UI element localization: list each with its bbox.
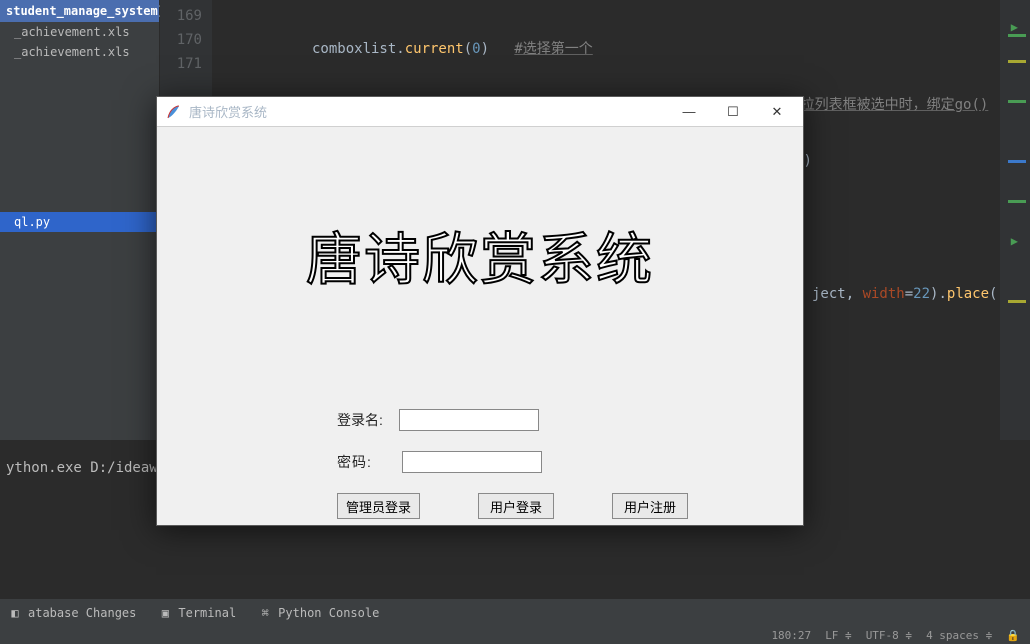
line-number: 169 bbox=[160, 6, 212, 30]
password-label: 密码: bbox=[337, 452, 372, 472]
marker-icon bbox=[1008, 60, 1026, 63]
marker-icon bbox=[1008, 34, 1026, 37]
user-login-button[interactable]: 用户登录 bbox=[478, 493, 554, 519]
run-gutter-icon[interactable]: ▶ bbox=[1011, 234, 1018, 248]
scroll-strip[interactable]: ▶ ▶ bbox=[1000, 0, 1030, 440]
dialog-body: 唐诗欣赏系统 登录名: 密码: 管理员登录 用户登录 用户注册 bbox=[157, 127, 803, 525]
project-file[interactable]: _achievement.xls bbox=[0, 22, 159, 42]
project-file-selected[interactable]: ql.py bbox=[0, 212, 159, 232]
username-label: 登录名: bbox=[337, 410, 383, 430]
python-console-tab[interactable]: ⌘ Python Console bbox=[258, 606, 379, 620]
project-file[interactable]: _achievement.xls bbox=[0, 42, 159, 62]
database-icon: ◧ bbox=[8, 606, 22, 620]
password-input[interactable] bbox=[402, 451, 542, 473]
caret-position[interactable]: 180:27 bbox=[771, 629, 811, 642]
marker-icon bbox=[1008, 160, 1026, 163]
close-button[interactable]: ✕ bbox=[755, 98, 799, 126]
line-number: 170 bbox=[160, 30, 212, 54]
marker-icon bbox=[1008, 100, 1026, 103]
database-changes-tab[interactable]: ◧ atabase Changes bbox=[8, 606, 136, 620]
user-register-button[interactable]: 用户注册 bbox=[612, 493, 688, 519]
code-line: comboxlist.current(0) #选择第一个 bbox=[212, 38, 1000, 62]
minimize-button[interactable]: — bbox=[667, 98, 711, 126]
line-ending[interactable]: LF ≑ bbox=[825, 629, 852, 642]
tk-feather-icon bbox=[165, 104, 181, 120]
project-title[interactable]: student_manage_system] bbox=[0, 0, 159, 22]
python-icon: ⌘ bbox=[258, 606, 272, 620]
button-row: 管理员登录 用户登录 用户注册 bbox=[337, 493, 688, 519]
terminal-tab[interactable]: ▣ Terminal bbox=[158, 606, 236, 620]
username-input[interactable] bbox=[399, 409, 539, 431]
file-encoding[interactable]: UTF-8 ≑ bbox=[866, 629, 912, 642]
login-dialog: 唐诗欣赏系统 — ☐ ✕ 唐诗欣赏系统 登录名: 密码: 管理员登录 用户登录 … bbox=[156, 96, 804, 526]
username-row: 登录名: bbox=[337, 409, 539, 431]
line-number: 171 bbox=[160, 54, 212, 78]
marker-icon bbox=[1008, 200, 1026, 203]
status-bar: 180:27 LF ≑ UTF-8 ≑ 4 spaces ≑ 🔒 bbox=[0, 626, 1030, 644]
ide-root: student_manage_system] _achievement.xls … bbox=[0, 0, 1030, 644]
admin-login-button[interactable]: 管理员登录 bbox=[337, 493, 420, 519]
lock-icon[interactable]: 🔒 bbox=[1006, 629, 1020, 642]
maximize-button[interactable]: ☐ bbox=[711, 98, 755, 126]
dialog-title-text: 唐诗欣赏系统 bbox=[189, 102, 267, 121]
run-gutter-icon[interactable]: ▶ bbox=[1011, 20, 1018, 34]
app-heading: 唐诗欣赏系统 bbox=[157, 215, 803, 296]
bottom-toolbar: ◧ atabase Changes ▣ Terminal ⌘ Python Co… bbox=[0, 598, 1030, 626]
terminal-icon: ▣ bbox=[158, 606, 172, 620]
marker-icon bbox=[1008, 300, 1026, 303]
indent-setting[interactable]: 4 spaces ≑ bbox=[926, 629, 992, 642]
dialog-titlebar[interactable]: 唐诗欣赏系统 — ☐ ✕ bbox=[157, 97, 803, 127]
project-panel: student_manage_system] _achievement.xls … bbox=[0, 0, 160, 440]
password-row: 密码: bbox=[337, 451, 542, 473]
